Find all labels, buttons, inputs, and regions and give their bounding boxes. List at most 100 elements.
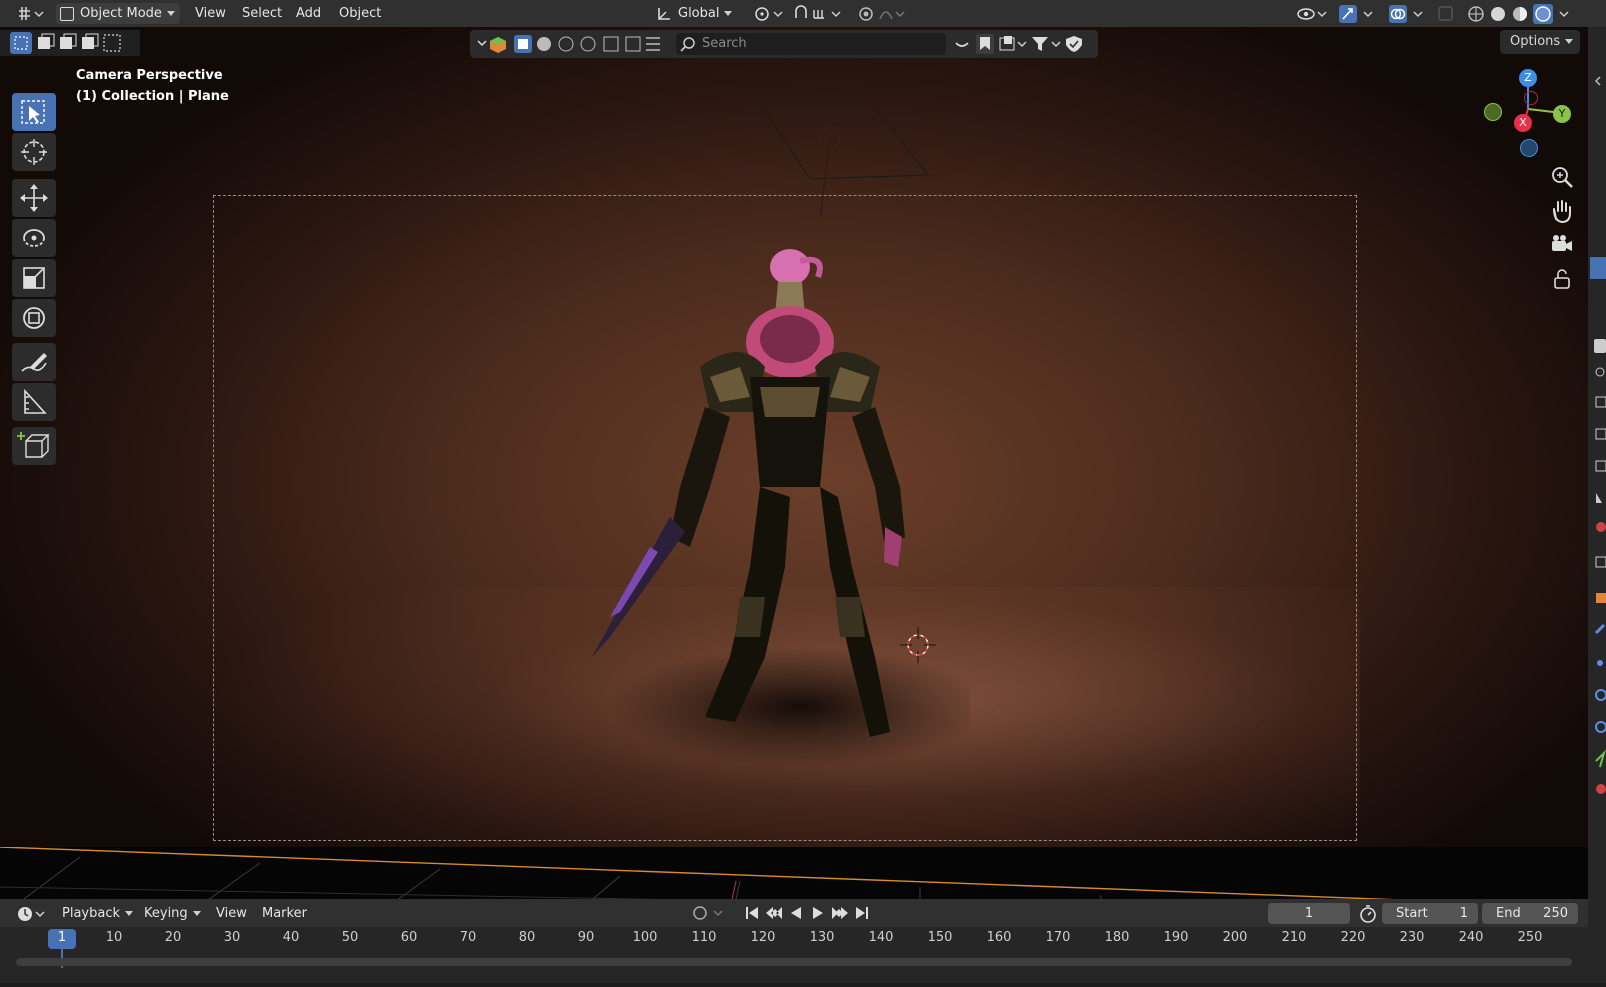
overlays-button[interactable] xyxy=(1388,3,1428,24)
tool-transform[interactable] xyxy=(12,299,56,337)
menu-add[interactable]: Add xyxy=(296,3,321,24)
options-dropdown[interactable]: Options xyxy=(1500,30,1580,54)
tool-scale[interactable] xyxy=(12,259,56,297)
pivot-point-button[interactable] xyxy=(752,3,786,24)
grid-floor xyxy=(0,846,1588,899)
ruler-tick: 160 xyxy=(986,930,1012,945)
camera-view-icon[interactable] xyxy=(1548,231,1576,259)
area-light-gizmo[interactable] xyxy=(740,97,940,217)
hand-pan-icon[interactable] xyxy=(1548,197,1576,225)
next-keyframe-icon xyxy=(832,907,848,919)
menu-object[interactable]: Object xyxy=(339,3,381,24)
jump-to-start-button[interactable] xyxy=(742,903,762,923)
axis-x-handle[interactable]: X xyxy=(1514,114,1532,132)
rotate-icon xyxy=(23,229,45,247)
menu-view[interactable]: View xyxy=(195,3,226,24)
current-frame-field[interactable]: 1 xyxy=(1268,903,1350,924)
tool-select-box[interactable] xyxy=(12,93,56,131)
keying-label: Keying xyxy=(144,906,188,921)
proportional-editing-button[interactable] xyxy=(858,3,908,24)
ruler-tick: 250 xyxy=(1517,930,1543,945)
shading-icons xyxy=(1468,4,1569,24)
ruler-tick: 60 xyxy=(400,930,418,945)
axis-neg-y-handle[interactable] xyxy=(1484,103,1502,121)
axis-neg-x-handle[interactable] xyxy=(1524,91,1538,105)
viewport-header: Object Mode View Select Add Object Globa… xyxy=(0,0,1606,27)
selection-mode-icons[interactable] xyxy=(0,30,140,56)
selection-mode-bar xyxy=(0,30,140,56)
chevron-down-icon xyxy=(1565,39,1574,44)
tool-cursor[interactable] xyxy=(12,133,56,171)
timeline-scrollbar[interactable] xyxy=(16,958,1572,966)
object-mode-icon xyxy=(60,6,74,21)
zoom-icon[interactable] xyxy=(1548,163,1576,191)
properties-tab-icons[interactable] xyxy=(1588,27,1606,983)
start-frame-field[interactable]: Start 1 xyxy=(1382,903,1478,924)
gizmos-button[interactable] xyxy=(1338,3,1378,24)
ruler-tick: 150 xyxy=(927,930,953,945)
jump-to-keyframe-next-button[interactable] xyxy=(830,903,850,923)
menu-timeline-view[interactable]: View xyxy=(216,903,247,924)
outliner-filter-icons[interactable] xyxy=(950,33,1096,55)
menu-select[interactable]: Select xyxy=(242,3,282,24)
ruler-tick: 1 xyxy=(57,930,67,945)
measure-icon xyxy=(24,388,47,414)
mode-label: Object Mode xyxy=(80,6,162,21)
collection-label: (1) Collection | Plane xyxy=(76,89,229,104)
play-button[interactable] xyxy=(808,903,828,923)
end-frame-field[interactable]: End 250 xyxy=(1482,903,1578,924)
ruler-tick: 70 xyxy=(459,930,477,945)
character-model[interactable] xyxy=(590,237,970,777)
menu-playback[interactable]: Playback xyxy=(62,903,134,924)
object-type-filter-icons[interactable] xyxy=(476,34,666,54)
eye-icon xyxy=(1297,8,1327,20)
axis-z-handle[interactable]: Z xyxy=(1519,69,1537,87)
snap-icon xyxy=(795,5,841,19)
jump-to-end-button[interactable] xyxy=(852,903,872,923)
jump-to-keyframe-prev-button[interactable] xyxy=(764,903,784,923)
ruler-tick: 30 xyxy=(223,930,241,945)
gizmo-toggle-icon xyxy=(1339,5,1373,23)
prev-keyframe-icon xyxy=(766,907,782,919)
editor-type-button[interactable] xyxy=(16,3,46,24)
3d-viewport[interactable]: Camera Perspective (1) Collection | Plan… xyxy=(0,27,1588,899)
ruler-tick: 120 xyxy=(750,930,776,945)
search-icon xyxy=(680,37,695,52)
snap-button[interactable] xyxy=(792,3,846,24)
search-input[interactable]: Search xyxy=(676,33,946,55)
start-label: Start xyxy=(1396,906,1428,921)
axis-y-handle[interactable]: Y xyxy=(1553,105,1571,123)
add-cube-icon xyxy=(17,432,50,458)
menu-keying[interactable]: Keying xyxy=(144,903,201,924)
orientation-icon xyxy=(658,7,670,20)
shading-modes xyxy=(1466,3,1576,24)
tool-move[interactable] xyxy=(12,179,56,217)
ruler-tick: 220 xyxy=(1340,930,1366,945)
properties-tab-strip xyxy=(1588,27,1606,983)
auto-keying-icon[interactable] xyxy=(690,903,730,923)
select-box-icon xyxy=(21,100,45,124)
mode-selector[interactable]: Object Mode xyxy=(56,3,180,24)
axis-neg-z-handle[interactable] xyxy=(1520,139,1538,157)
play-reverse-button[interactable] xyxy=(786,903,806,923)
xray-button[interactable] xyxy=(1437,3,1455,24)
menu-marker[interactable]: Marker xyxy=(262,903,307,924)
transform-icon xyxy=(23,307,45,329)
timeline-editor-type[interactable] xyxy=(16,903,48,924)
orientation-label: Global xyxy=(678,6,720,21)
move-icon xyxy=(20,184,48,212)
chevron-down-icon xyxy=(125,911,134,916)
transform-orientation-dropdown[interactable]: Global xyxy=(656,3,742,24)
lock-camera-icon[interactable] xyxy=(1548,265,1576,293)
chevron-down-icon xyxy=(166,11,175,16)
ruler-tick: 190 xyxy=(1163,930,1189,945)
view-name-label: Camera Perspective xyxy=(76,68,223,83)
jump-start-icon xyxy=(746,907,758,919)
overlays-icon xyxy=(1389,5,1423,23)
tool-add-cube[interactable] xyxy=(12,427,56,465)
stopwatch-icon[interactable] xyxy=(1358,903,1378,924)
tool-rotate[interactable] xyxy=(12,219,56,257)
tool-measure[interactable] xyxy=(12,383,56,421)
tool-annotate[interactable] xyxy=(12,343,56,381)
visibility-button[interactable] xyxy=(1296,3,1332,24)
